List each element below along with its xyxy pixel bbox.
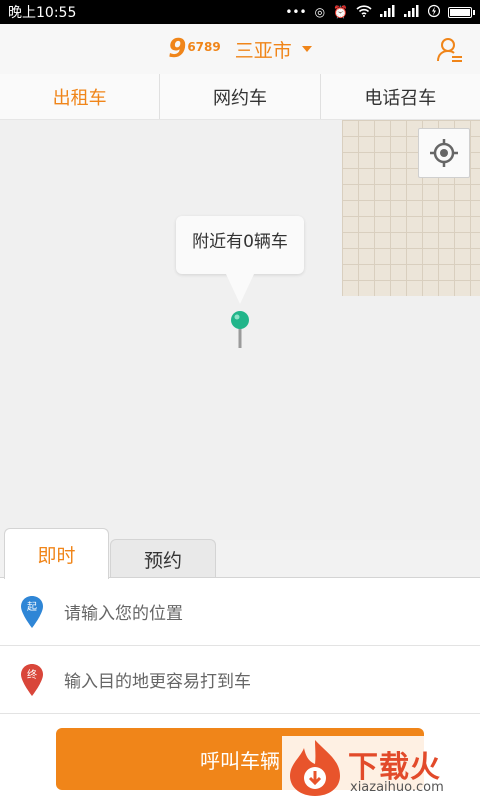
- watermark-logo-icon: [290, 740, 340, 796]
- app-logo: 9 6789: [168, 36, 221, 62]
- end-marker-icon: 终: [20, 663, 44, 697]
- crosshair-icon: [430, 139, 458, 167]
- signal-icon-2: [404, 5, 420, 19]
- destination-field[interactable]: 终 输入目的地更容易打到车: [0, 646, 480, 714]
- sync-icon: ◎: [314, 5, 326, 19]
- start-location-placeholder: 请输入您的位置: [64, 604, 183, 624]
- chevron-down-icon: [301, 46, 312, 52]
- nearby-cars-bubble: 附近有0辆车: [176, 216, 304, 274]
- more-icon: •••: [285, 5, 307, 19]
- alarm-icon: ⏰: [333, 5, 348, 19]
- start-location-field[interactable]: 起 请输入您的位置: [0, 578, 480, 646]
- city-label: 三亚市: [234, 39, 292, 62]
- tab-taxi[interactable]: 出租车: [0, 74, 161, 119]
- user-profile-button[interactable]: [436, 36, 464, 64]
- status-icons: ••• ◎ ⏰: [285, 4, 475, 20]
- tab-reservation[interactable]: 预约: [110, 539, 216, 578]
- watermark: 下载火 xiazaihuo.com: [282, 736, 480, 800]
- app-header: 9 6789 三亚市: [0, 24, 480, 74]
- watermark-url: xiazaihuo.com: [350, 780, 444, 795]
- tab-ride-hailing[interactable]: 网约车: [160, 74, 321, 119]
- service-tabs: 出租车 网约车 电话召车: [0, 74, 480, 120]
- signal-icon: [380, 5, 396, 19]
- battery-icon: [448, 6, 475, 18]
- locate-button[interactable]: [418, 128, 470, 178]
- start-marker-label: 起: [27, 601, 37, 613]
- wifi-icon: [356, 5, 372, 19]
- order-mode-tabs: 即时 预约: [0, 528, 480, 579]
- end-marker-label: 终: [27, 668, 37, 681]
- charging-icon: [427, 4, 441, 20]
- tab-phone-booking[interactable]: 电话召车: [321, 74, 480, 119]
- tab-immediate[interactable]: 即时: [4, 528, 109, 579]
- destination-placeholder: 输入目的地更容易打到车: [64, 672, 251, 692]
- city-selector[interactable]: 三亚市: [235, 36, 312, 63]
- status-bar: 晚上10:55 ••• ◎ ⏰: [0, 0, 480, 24]
- map-view[interactable]: 附近有0辆车: [0, 120, 480, 540]
- location-pin-icon: [229, 310, 251, 350]
- user-icon: [437, 38, 462, 62]
- status-time: 晚上10:55: [8, 5, 77, 21]
- logo-digits: 6789: [187, 40, 221, 54]
- bubble-tail: [226, 274, 254, 304]
- start-marker-icon: 起: [20, 595, 44, 629]
- logo-nine: 9: [168, 34, 187, 64]
